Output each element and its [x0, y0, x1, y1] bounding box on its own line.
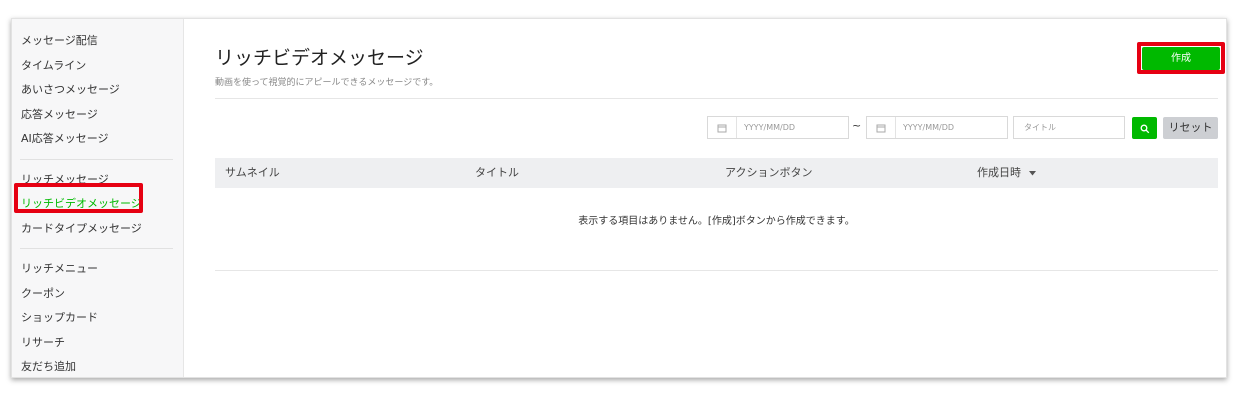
- sidebar-item-auto-reply[interactable]: 応答メッセージ: [12, 103, 183, 128]
- table-bottom-divider: [215, 270, 1218, 271]
- sidebar-item-add-friends[interactable]: 友だち追加: [12, 355, 183, 377]
- calendar-icon[interactable]: [867, 117, 896, 138]
- search-icon: [1140, 119, 1150, 138]
- start-date-placeholder: YYYY/MM/DD: [744, 123, 796, 132]
- date-range-separator: ~: [852, 119, 862, 132]
- end-date-placeholder: YYYY/MM/DD: [903, 123, 955, 132]
- search-button[interactable]: [1132, 117, 1157, 139]
- highlight-frame-create: [1137, 42, 1225, 74]
- table-header: サムネイル タイトル アクションボタン 作成日時: [215, 158, 1218, 188]
- end-date-field[interactable]: YYYY/MM/DD: [866, 116, 1008, 139]
- column-header-title: タイトル: [475, 166, 519, 179]
- header-divider: [215, 98, 1218, 99]
- sidebar-item-message-delivery[interactable]: メッセージ配信: [12, 29, 183, 54]
- sidebar-item-ai-reply[interactable]: AI応答メッセージ: [12, 127, 183, 152]
- column-header-action-button: アクションボタン: [725, 166, 813, 179]
- page-title: リッチビデオメッセージ: [215, 47, 424, 69]
- title-search-input[interactable]: タイトル: [1013, 116, 1125, 139]
- sidebar-item-shop-card[interactable]: ショップカード: [12, 306, 183, 331]
- app-window: メッセージ配信 タイムライン あいさつメッセージ 応答メッセージ AI応答メッセ…: [11, 18, 1227, 378]
- sidebar-item-timeline[interactable]: タイムライン: [12, 54, 183, 79]
- main-content: リッチビデオメッセージ 動画を使って視覚的にアピールできるメッセージです。 作成…: [184, 19, 1226, 377]
- sidebar-item-card-type-message[interactable]: カードタイプメッセージ: [12, 217, 183, 242]
- sidebar-divider: [20, 158, 173, 160]
- sort-desc-icon: [1028, 158, 1036, 188]
- column-header-created-at-label: 作成日時: [977, 166, 1021, 179]
- column-header-created-at[interactable]: 作成日時: [977, 158, 1036, 188]
- column-header-thumbnail: サムネイル: [225, 166, 280, 179]
- sidebar-divider: [20, 248, 173, 249]
- sidebar-item-greeting-message[interactable]: あいさつメッセージ: [12, 78, 183, 103]
- sidebar-item-rich-menu[interactable]: リッチメニュー: [12, 257, 183, 282]
- page-subtitle: 動画を使って視覚的にアピールできるメッセージです。: [215, 78, 439, 88]
- empty-state-message: 表示する項目はありません。[作成]ボタンから作成できます。: [578, 216, 855, 227]
- sidebar-item-research[interactable]: リサーチ: [12, 331, 183, 356]
- reset-button[interactable]: リセット: [1163, 117, 1218, 139]
- highlight-frame-sidebar: [14, 183, 143, 213]
- sidebar-item-coupon[interactable]: クーポン: [12, 282, 183, 307]
- start-date-field[interactable]: YYYY/MM/DD: [707, 116, 849, 139]
- calendar-icon[interactable]: [708, 117, 737, 138]
